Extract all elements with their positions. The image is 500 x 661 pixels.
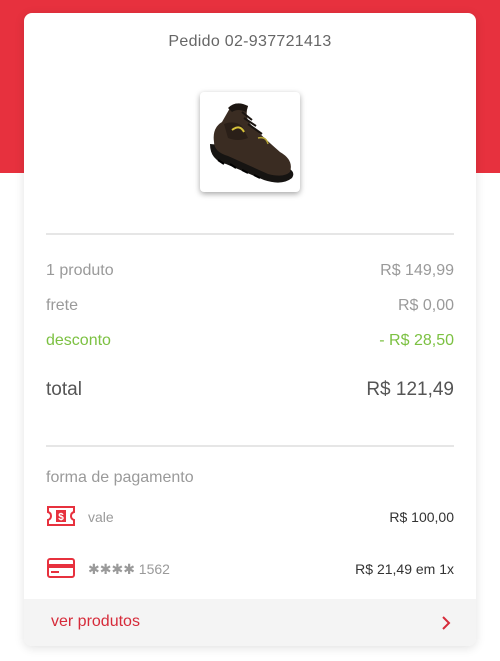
divider [46,445,454,447]
voucher-icon: $ [46,505,76,532]
view-products-button[interactable]: ver produtos [24,599,476,646]
shipping-label: frete [46,297,79,314]
boot-product-image [210,103,294,183]
total-label: total [46,379,82,400]
payment-method-amount: R$ 21,49 em 1x [355,561,454,577]
total-value: R$ 121,49 [366,379,454,400]
order-card: Pedido 02-937721413 1 produto R$ 149,99 … [24,13,476,646]
total-row: total R$ 121,49 [46,379,454,401]
shipping-row: frete R$ 0,00 [46,297,454,319]
credit-card-icon [46,557,76,584]
payment-method-card: ✱✱✱✱ 1562 R$ 21,49 em 1x [46,557,454,583]
product-thumbnail[interactable] [200,92,300,192]
discount-value: - R$ 28,50 [379,332,454,349]
payment-method-amount: R$ 100,00 [389,509,454,525]
shipping-value: R$ 0,00 [397,297,454,314]
payment-method-name: vale [88,509,114,525]
discount-row: desconto - R$ 28,50 [46,332,454,354]
svg-text:$: $ [58,512,64,523]
divider [46,233,454,235]
products-label: 1 produto [46,262,114,279]
payment-section-label: forma de pagamento [46,469,194,486]
payment-method-name: ✱✱✱✱ 1562 [88,561,170,577]
products-row: 1 produto R$ 149,99 [46,262,454,284]
chevron-right-icon [440,615,452,636]
order-title: Pedido 02-937721413 [168,33,332,50]
view-products-label: ver produtos [51,613,140,630]
products-value: R$ 149,99 [380,262,454,279]
payment-method-voucher: $ vale R$ 100,00 [46,505,454,531]
discount-label: desconto [46,332,111,349]
